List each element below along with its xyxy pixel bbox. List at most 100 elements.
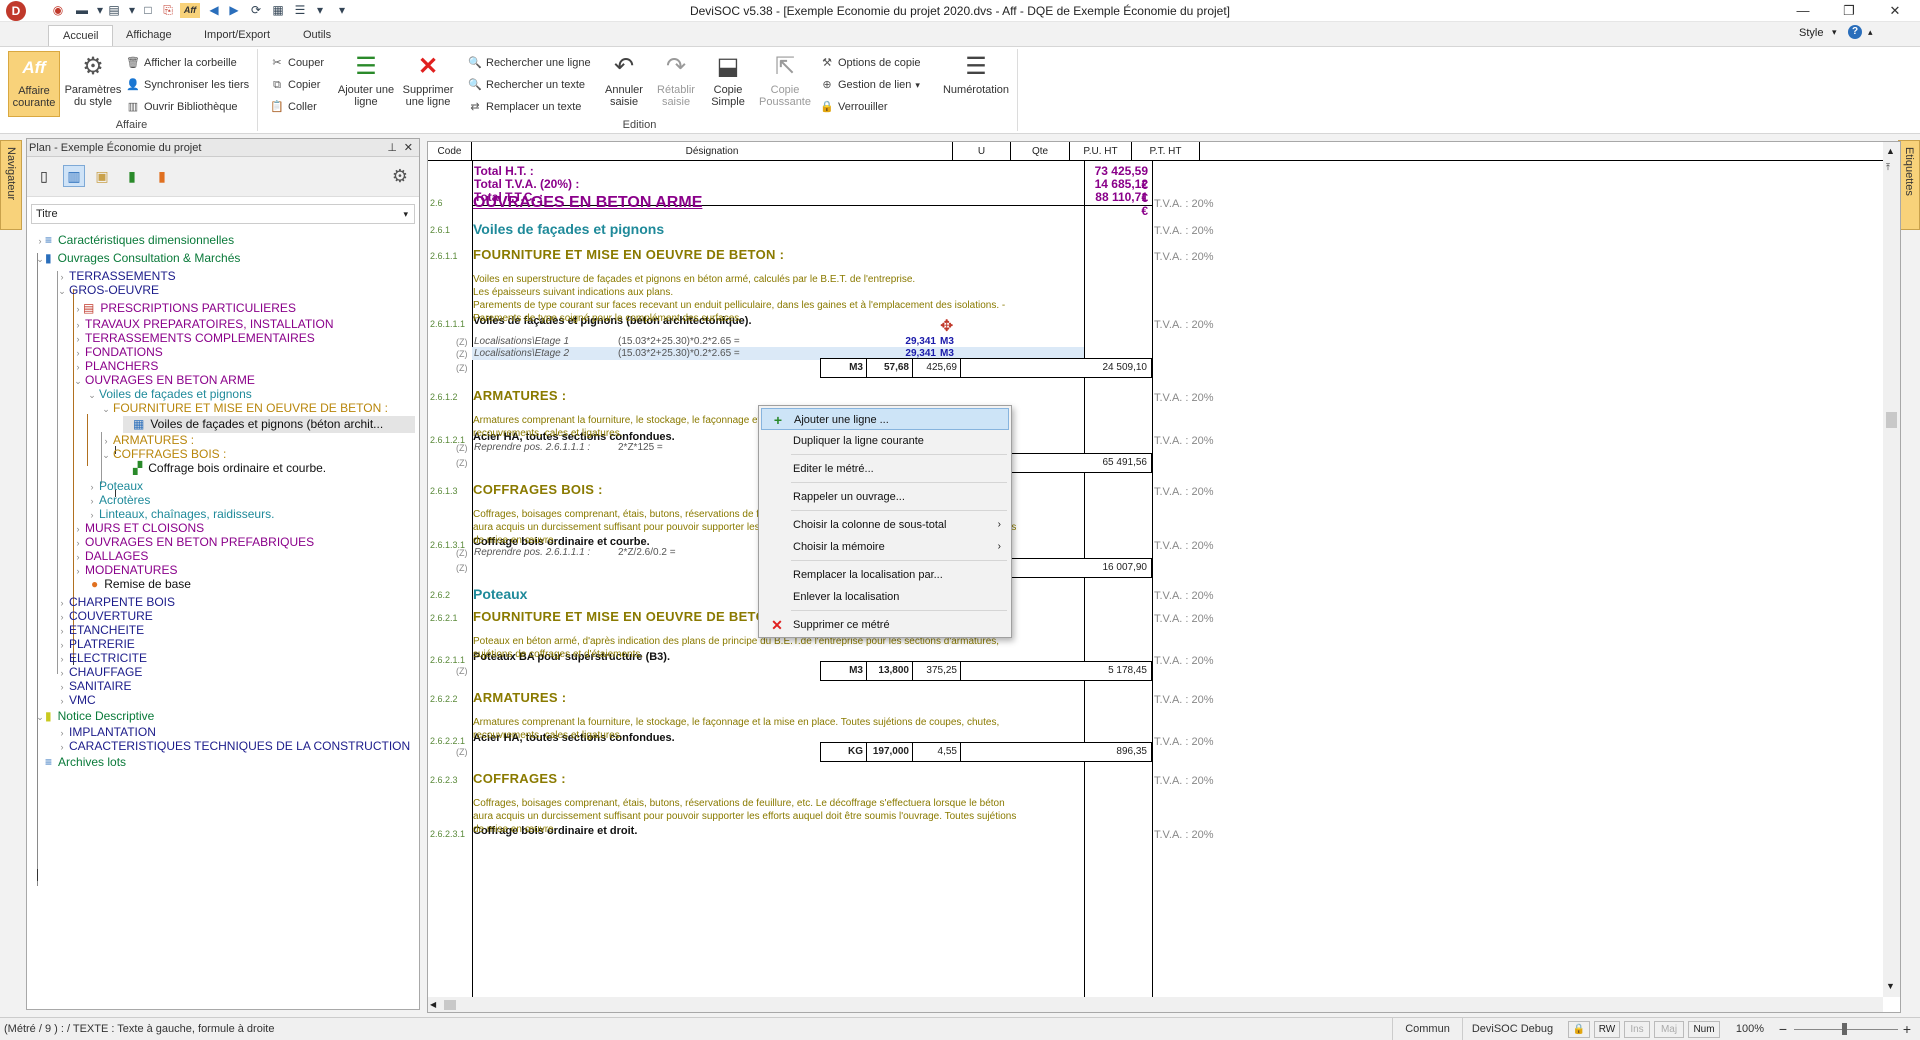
copier-button[interactable]: ⧉ Copier: [270, 75, 320, 95]
remplacer-texte-button[interactable]: ⇄ Remplacer un texte: [468, 97, 581, 117]
tree-item-label: CHARPENTE BOIS: [69, 595, 176, 609]
ouvrir-bibliotheque-button[interactable]: ▥ Ouvrir Bibliothèque: [126, 97, 238, 117]
verrouiller-button[interactable]: 🔒 Verrouiller: [820, 97, 887, 117]
tree-item[interactable]: ⌄▮ Ouvrages Consultation & Marchés: [35, 250, 240, 267]
submenu-arrow-icon: ›: [997, 519, 1001, 530]
plus-icon: +: [773, 412, 783, 428]
numerotation-button[interactable]: ☰ Numérotation: [938, 51, 1014, 115]
maximize-button[interactable]: ❐: [1826, 0, 1872, 22]
collapse-arrow-icon[interactable]: ⌄: [57, 283, 67, 300]
collapse-arrow-icon[interactable]: ⌄: [101, 447, 111, 464]
couper-button[interactable]: ✂ Couper: [270, 53, 324, 73]
green-document-icon[interactable]: ▮: [121, 165, 143, 187]
help-icon[interactable]: ?: [1848, 25, 1862, 39]
menu-dupliquer-ligne[interactable]: Dupliquer la ligne courante: [761, 430, 1009, 452]
menu-remplacer-localisation[interactable]: Remplacer la localisation par...: [761, 564, 1009, 586]
rechercher-texte-button[interactable]: 🔍 Rechercher un texte: [468, 75, 585, 95]
parametres-style-button[interactable]: ⚙ Paramètres du style: [64, 51, 122, 115]
collapse-arrow-icon[interactable]: ⌄: [35, 251, 45, 268]
rechercher-ligne-button[interactable]: 🔍 Rechercher une ligne: [468, 53, 590, 73]
gallery-icon[interactable]: ▣: [91, 165, 113, 187]
tree-item-label: Notice Descriptive: [57, 709, 155, 723]
supprimer-ligne-button[interactable]: ✕ Supprimer une ligne: [398, 51, 458, 115]
scroll-thumb[interactable]: [444, 1000, 456, 1010]
tree-node-icon: ▮: [45, 709, 52, 723]
gestion-lien-button[interactable]: ⊕ Gestion de lien ▾: [820, 75, 920, 95]
menu-ajouter-ligne[interactable]: + Ajouter une ligne ...: [761, 408, 1009, 430]
affaire-courante-button[interactable]: Aff Affaire courante: [8, 51, 60, 117]
tab-outils[interactable]: Outils: [289, 25, 345, 46]
collapse-arrow-icon[interactable]: ⌄: [87, 387, 97, 404]
annuler-saisie-button[interactable]: ↶ Annuler saisie: [598, 51, 650, 115]
menu-rappeler-ouvrage[interactable]: Rappeler un ouvrage...: [761, 486, 1009, 508]
tree-item[interactable]: ▞ Coffrage bois ordinaire et courbe.: [123, 460, 326, 477]
subtotal-unit: KG: [821, 743, 867, 761]
scroll-up-icon[interactable]: ▲: [1886, 146, 1895, 156]
tab-accueil[interactable]: Accueil: [48, 25, 114, 46]
row-code: 2.6.1.1.1: [430, 319, 466, 329]
zoom-in-button[interactable]: +: [1900, 1018, 1914, 1040]
vertical-scrollbar[interactable]: ▲ ⤒ ▼: [1883, 142, 1900, 997]
etiquettes-side-tab[interactable]: Etiquettes: [1898, 140, 1920, 230]
collapse-arrow-icon[interactable]: ⌄: [35, 709, 45, 726]
document-icon[interactable]: ▯: [33, 165, 55, 187]
zoom-out-button[interactable]: −: [1776, 1018, 1790, 1040]
status-text: (Métré / 9 ) : / TEXTE : Texte à gauche,…: [4, 1023, 275, 1035]
scroll-left-icon[interactable]: ◀: [430, 1000, 436, 1009]
menu-editer-metre[interactable]: Editer le métré...: [761, 458, 1009, 480]
titre-dropdown[interactable]: Titre ▾: [31, 204, 415, 224]
tab-affichage[interactable]: Affichage: [112, 25, 186, 46]
ribbon-tabs: Accueil Affichage Import/Export Outils S…: [0, 22, 1920, 46]
group-label-affaire: Affaire: [115, 119, 148, 131]
scroll-top-icon[interactable]: ⤒: [1886, 162, 1890, 173]
ribbon-collapse-icon[interactable]: ▴: [1868, 27, 1873, 38]
options-copie-button[interactable]: ⚒ Options de copie: [820, 53, 921, 73]
tree-item[interactable]: › ≡ Caractéristiques dimensionnelles: [35, 232, 235, 250]
z-marker: (Z): [456, 563, 468, 573]
tree-item[interactable]: › ▤ PRESCRIPTIONS PARTICULIERES: [73, 300, 296, 317]
expand-arrow-icon[interactable]: ›: [35, 233, 45, 250]
chart-tree-icon[interactable]: ▥: [63, 165, 85, 187]
gear-icon[interactable]: ⚙: [389, 165, 411, 187]
synchroniser-tiers-button[interactable]: 👤 Synchroniser les tiers: [126, 75, 249, 95]
tree-item-label: Acrotères: [99, 493, 151, 507]
tree-item-label: DALLAGES: [85, 549, 149, 563]
retablir-saisie-button[interactable]: ↷ Rétablir saisie: [650, 51, 702, 115]
pin-icon[interactable]: ⊥: [387, 139, 397, 157]
tree-item-label: COUVERTURE: [69, 609, 153, 623]
zoom-slider-thumb[interactable]: [1842, 1023, 1847, 1035]
chevron-down-icon[interactable]: ▾: [1832, 27, 1837, 38]
menu-choisir-colonne-sous-total[interactable]: Choisir la colonne de sous-total ›: [761, 514, 1009, 536]
navigateur-side-tab[interactable]: Navigateur: [0, 140, 22, 230]
tree-item[interactable]: ≡ Archives lots: [35, 754, 126, 771]
collapse-arrow-icon[interactable]: ⌄: [101, 401, 111, 418]
close-icon[interactable]: ✕: [404, 139, 413, 157]
subtotal-box: M3 13,800 375,25 5 178,45: [820, 661, 1152, 681]
scroll-thumb[interactable]: [1886, 412, 1897, 428]
tva-label: T.V.A. : 20%: [1154, 486, 1214, 498]
afficher-corbeille-button[interactable]: 🗑 Afficher la corbeille: [126, 53, 237, 73]
tab-import-export[interactable]: Import/Export: [190, 25, 284, 46]
tree-item[interactable]: ⌄▮ Notice Descriptive: [35, 708, 154, 725]
tree-item[interactable]: ⌄ GROS-OEUVRE: [57, 282, 159, 299]
contact-card-icon[interactable]: ▮: [151, 165, 173, 187]
minimize-button[interactable]: —: [1780, 0, 1826, 22]
scroll-down-icon[interactable]: ▼: [1886, 981, 1895, 991]
close-button[interactable]: ✕: [1872, 0, 1918, 22]
horizontal-scrollbar[interactable]: ◀: [428, 997, 1883, 1012]
ajouter-ligne-button[interactable]: ☰ Ajouter une ligne: [336, 51, 396, 115]
status-maj: Maj: [1654, 1021, 1684, 1038]
copie-simple-button[interactable]: ⬓ Copie Simple: [704, 51, 752, 115]
tree-item[interactable]: ● Remise de base: [81, 576, 191, 593]
tree-item[interactable]: › VMC: [57, 692, 96, 709]
tree-item[interactable]: ▦ Voiles de façades et pignons (béton arc…: [123, 416, 415, 433]
menu-enlever-localisation[interactable]: Enlever la localisation: [761, 586, 1009, 608]
menu-choisir-memoire[interactable]: Choisir la mémoire ›: [761, 536, 1009, 558]
menu-supprimer-metre[interactable]: ✕ Supprimer ce métré: [761, 614, 1009, 636]
style-menu[interactable]: Style: [1799, 27, 1823, 39]
coller-button[interactable]: 📋 Coller: [270, 97, 317, 117]
copie-poussante-button[interactable]: ⇱ Copie Poussante: [754, 51, 816, 115]
collapse-arrow-icon[interactable]: ⌄: [73, 373, 83, 390]
tree-item[interactable]: › CARACTERISTIQUES TECHNIQUES DE LA CONST…: [57, 738, 411, 755]
tree-item[interactable]: ⌄ FOURNITURE ET MISE EN OEUVRE DE BETON :: [101, 400, 388, 417]
